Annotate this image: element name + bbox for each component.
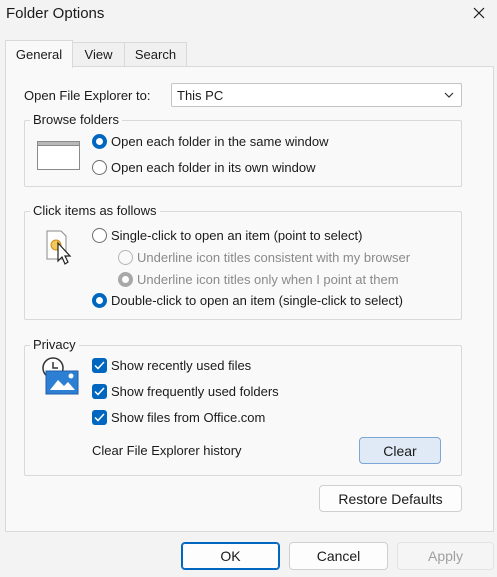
checkmark-icon [94,361,105,370]
frequent-folders-label: Show frequently used folders [111,384,279,399]
window-title: Folder Options [6,5,105,22]
ok-button[interactable]: OK [181,542,280,570]
checkmark-icon [94,387,105,396]
apply-button[interactable]: Apply [397,542,494,570]
office-files-label: Show files from Office.com [111,410,266,425]
tab-search[interactable]: Search [124,42,187,66]
open-explorer-dropdown[interactable]: This PC [171,83,462,107]
restore-defaults-label: Restore Defaults [338,490,443,507]
same-window-radio[interactable] [92,134,107,149]
browse-folders-group [24,120,462,187]
close-icon [473,7,485,19]
tab-strip: General View Search [0,40,497,68]
apply-button-label: Apply [427,548,464,564]
chevron-down-icon [444,92,454,98]
restore-defaults-button[interactable]: Restore Defaults [319,485,462,512]
ok-button-label: OK [220,548,241,564]
tab-view[interactable]: View [72,42,125,66]
own-window-radio[interactable] [92,160,107,175]
underline-point-label: Underline icon titles only when I point … [137,272,399,287]
own-window-label: Open each folder in its own window [111,160,316,175]
open-explorer-value: This PC [177,87,224,103]
clear-button-label: Clear [383,442,417,459]
frequent-folders-checkbox[interactable] [92,384,107,399]
cancel-button[interactable]: Cancel [289,542,388,570]
office-files-checkbox[interactable] [92,410,107,425]
clear-button[interactable]: Clear [359,437,441,464]
double-click-radio[interactable] [92,293,107,308]
cursor-click-icon [46,230,72,265]
recent-files-label: Show recently used files [111,358,252,373]
tab-label: Search [134,47,177,62]
single-click-radio[interactable] [92,228,107,243]
underline-consistent-radio[interactable] [118,250,133,265]
single-click-label: Single-click to open an item (point to s… [111,228,363,243]
same-window-label: Open each folder in the same window [111,134,329,149]
close-button[interactable] [466,2,492,24]
cancel-button-label: Cancel [316,548,361,564]
double-click-label: Double-click to open an item (single-cli… [111,293,403,308]
clear-history-label: Clear File Explorer history [92,443,242,458]
privacy-title: Privacy [30,337,79,352]
click-items-title: Click items as follows [30,203,160,218]
tab-general[interactable]: General [5,40,73,68]
browse-folders-title: Browse folders [30,112,122,127]
window-icon [37,141,80,170]
privacy-icon [42,357,79,395]
tab-label: View [84,47,113,62]
checkmark-icon [94,413,105,422]
underline-consistent-label: Underline icon titles consistent with my… [137,250,411,265]
underline-point-radio[interactable] [118,272,133,287]
recent-files-checkbox[interactable] [92,358,107,373]
open-explorer-label: Open File Explorer to: [24,88,151,103]
tab-label: General [15,47,63,62]
title-bar: Folder Options [0,0,497,28]
